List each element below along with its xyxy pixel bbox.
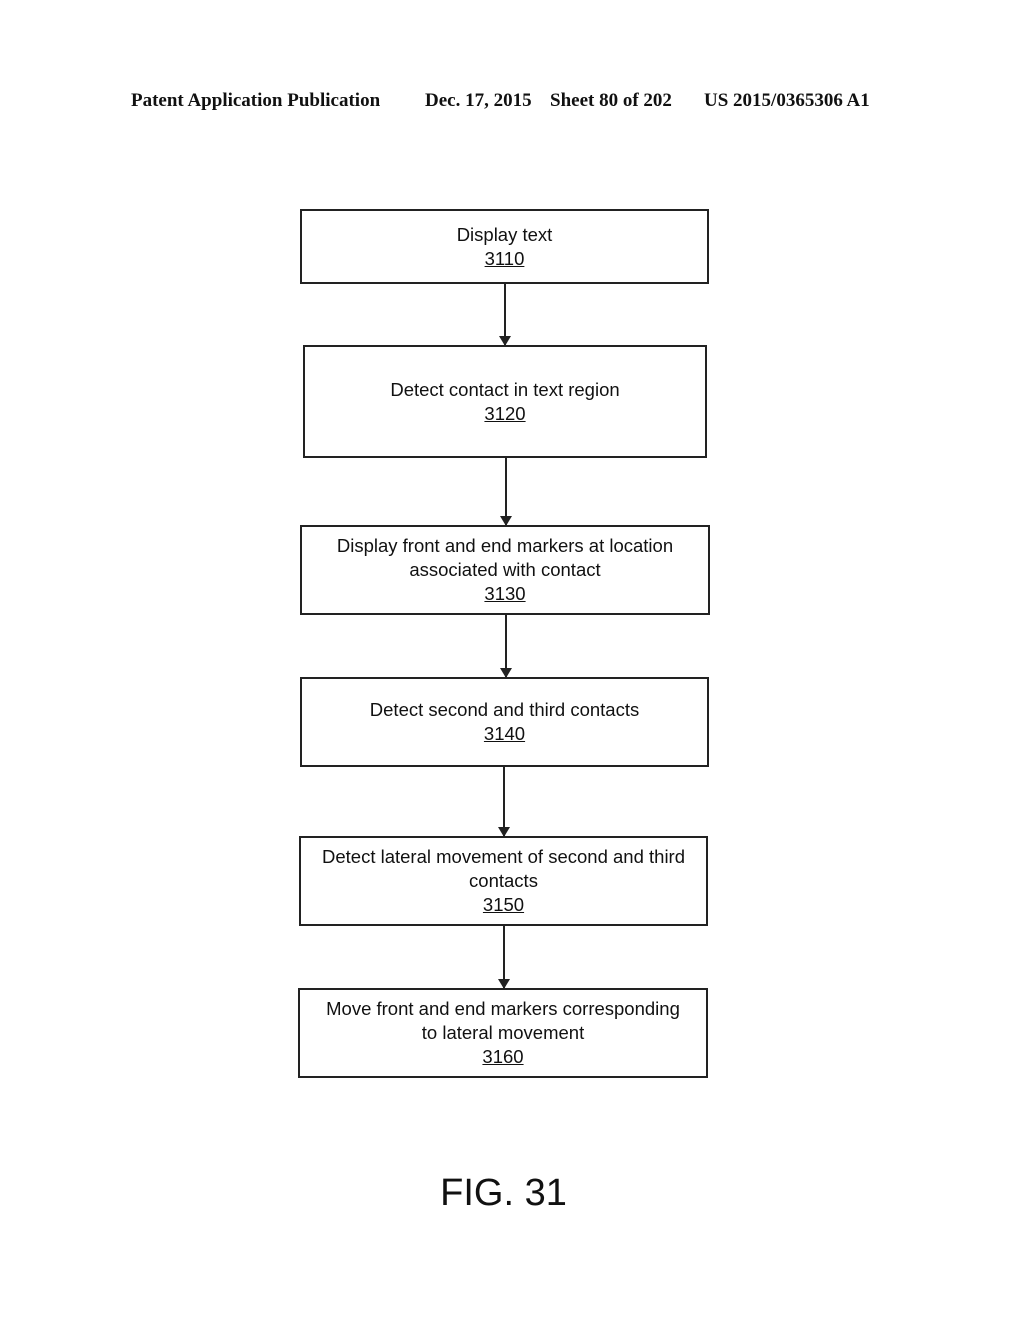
step-ref-number: 3150 bbox=[482, 894, 525, 915]
patent-header: Patent Application Publication Dec. 17, … bbox=[0, 90, 1024, 114]
flow-arrow bbox=[498, 926, 510, 989]
step-box-3130: Display front and end markers at locatio… bbox=[300, 525, 710, 615]
flow-arrow bbox=[500, 615, 512, 678]
step-text-line: Detect second and third contacts bbox=[369, 699, 640, 720]
step-text-line: Detect contact in text region bbox=[390, 378, 620, 400]
step-ref-number: 3110 bbox=[484, 247, 525, 269]
flow-arrow bbox=[499, 284, 511, 346]
step-box-3140: Detect second and third contacts 3140 bbox=[300, 677, 709, 767]
step-text-line: Display front and end markers at locatio… bbox=[336, 535, 674, 556]
flow-arrow bbox=[498, 767, 510, 837]
step-box-3160: Move front and end markers corresponding… bbox=[298, 988, 708, 1078]
step-text-line: contacts bbox=[469, 870, 538, 891]
flow-arrow bbox=[500, 458, 512, 526]
publication-date: Dec. 17, 2015 bbox=[425, 90, 532, 111]
step-box-3120: Detect contact in text region 3120 bbox=[303, 345, 707, 458]
step-text-line: associated with contact bbox=[409, 559, 601, 580]
step-ref-number: 3130 bbox=[484, 583, 526, 604]
patent-number: US 2015/0365306 A1 bbox=[704, 90, 870, 111]
sheet-number: Sheet 80 of 202 bbox=[550, 90, 672, 111]
step-text-line: Detect lateral movement of second and th… bbox=[322, 846, 685, 867]
step-ref-number: 3160 bbox=[482, 1046, 524, 1067]
step-box-3150: Detect lateral movement of second and th… bbox=[299, 836, 708, 926]
step-box-3110: Display text 3110 bbox=[300, 209, 709, 284]
publication-label: Patent Application Publication bbox=[131, 90, 381, 111]
figure-label: FIG. 31 bbox=[440, 1172, 567, 1214]
step-text-line: to lateral movement bbox=[421, 1022, 585, 1043]
step-ref-number: 3120 bbox=[484, 402, 526, 424]
step-ref-number: 3140 bbox=[483, 723, 526, 744]
step-text-line: Move front and end markers corresponding bbox=[326, 998, 680, 1019]
step-text-line: Display text bbox=[456, 223, 553, 245]
